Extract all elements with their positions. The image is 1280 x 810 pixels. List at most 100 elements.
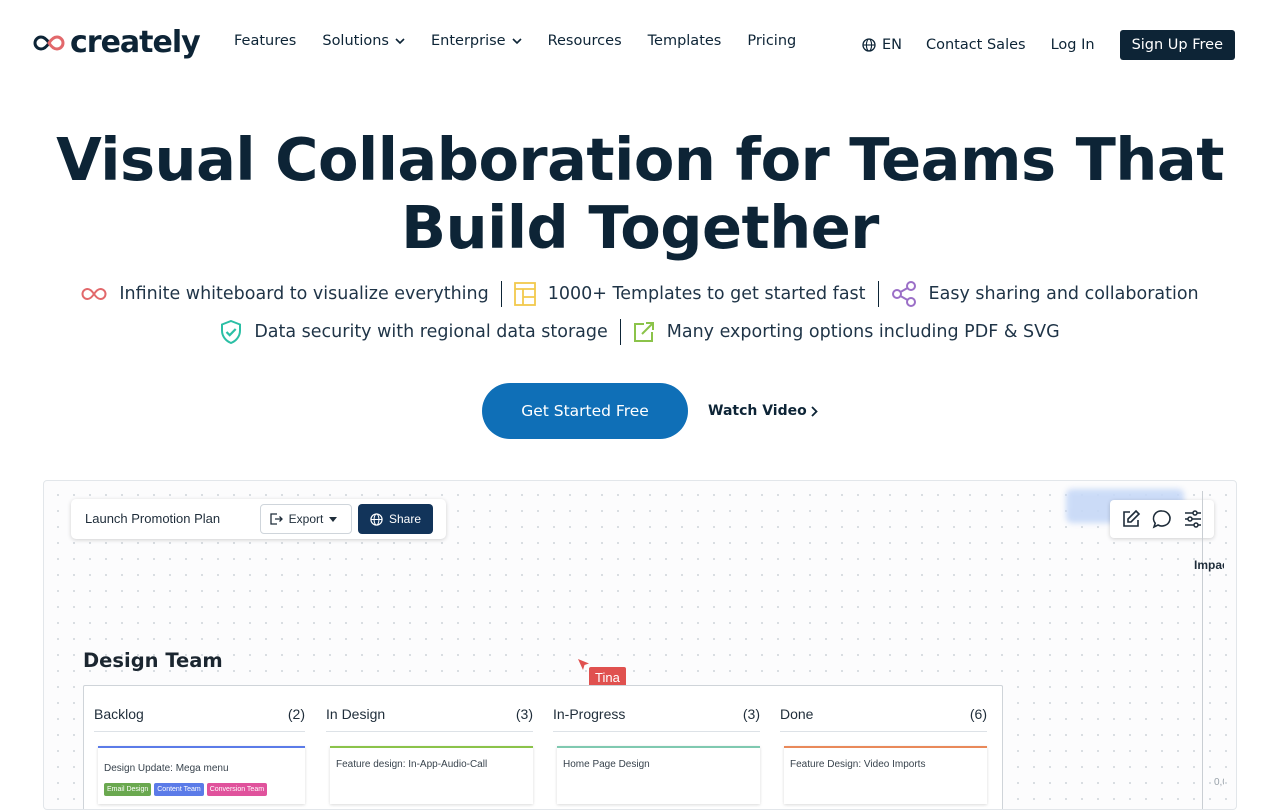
column-count: (3) [515, 706, 533, 722]
card-title: Design Update: Mega menu [104, 763, 229, 774]
feature-export-text: Many exporting options including PDF & S… [666, 322, 1060, 342]
column-name: Backlog [94, 706, 144, 722]
hero-title-line1: Visual Collaboration for Teams That [56, 125, 1224, 194]
kanban-card[interactable]: Home Page Design [557, 746, 760, 804]
card-color-bar [784, 746, 987, 748]
card-title: Home Page Design [563, 759, 650, 770]
nav-solutions-label: Solutions [322, 33, 389, 49]
feature-list-row2: Data security with regional data storage… [0, 318, 1280, 346]
caret-down-icon [329, 516, 338, 522]
chevron-down-icon [395, 37, 405, 44]
infinity-icon [81, 287, 107, 301]
feature-templates: 1000+ Templates to get started fast [502, 280, 878, 308]
edit-icon[interactable] [1121, 509, 1141, 529]
hero-title: Visual Collaboration for Teams That Buil… [0, 126, 1280, 262]
share-label: Share [388, 512, 422, 526]
nav-resources[interactable]: Resources [548, 33, 622, 49]
main-menu: Features Solutions Enterprise Resources … [234, 33, 822, 49]
feature-sharing-text: Easy sharing and collaboration [928, 284, 1199, 304]
column-header: Backlog (2) [94, 706, 305, 722]
kanban-column: Done (6) Feature Design: Video Imports [780, 686, 987, 809]
top-nav: creately Features Solutions Enterprise R… [0, 0, 1280, 88]
export-button[interactable]: Export [260, 504, 352, 534]
export-file-icon [270, 513, 283, 525]
column-header: In-Progress (3) [553, 706, 760, 722]
nav-pricing[interactable]: Pricing [747, 33, 796, 49]
card-tags: Email Design Content Team Conversion Tea… [104, 783, 270, 796]
axis-zero-label: 0,0 [1214, 777, 1224, 788]
kanban-card[interactable]: Design Update: Mega menu Email Design Co… [98, 746, 305, 804]
shield-check-icon [221, 320, 242, 344]
hero-title-line2: Build Together [401, 193, 879, 262]
comment-icon[interactable] [1152, 509, 1172, 529]
feature-whiteboard: Infinite whiteboard to visualize everyth… [69, 280, 500, 308]
nav-pricing-label: Pricing [747, 33, 797, 49]
right-toolbar [1110, 500, 1214, 538]
feature-sharing: Easy sharing and collaboration [879, 280, 1211, 308]
language-selector[interactable]: EN [862, 37, 902, 53]
kanban-column: Backlog (2) Design Update: Mega menu Emai… [94, 686, 305, 809]
tag-badge: Content Team [154, 783, 204, 796]
feature-security-text: Data security with regional data storage [254, 322, 608, 342]
share-button[interactable]: Share [358, 504, 433, 534]
contact-sales-link[interactable]: Contact Sales [926, 37, 1026, 53]
watch-video-label: Watch Video [708, 403, 807, 419]
column-name: Done [780, 706, 814, 722]
nav-features[interactable]: Features [234, 33, 296, 49]
column-separator [553, 731, 760, 732]
nav-actions: EN Contact Sales Log In Sign Up Free [862, 30, 1235, 60]
nav-enterprise[interactable]: Enterprise [431, 33, 522, 49]
card-title: Feature design: In-App-Audio-Call [336, 759, 488, 770]
column-name: In-Progress [553, 706, 626, 722]
column-separator [326, 731, 533, 732]
nav-resources-label: Resources [547, 33, 622, 49]
impact-label: Impact [1194, 558, 1224, 572]
nav-features-label: Features [234, 33, 297, 49]
kanban-column: In Design (3) Feature design: In-App-Audi… [326, 686, 533, 809]
template-icon [513, 282, 536, 306]
column-count: (2) [287, 706, 305, 722]
log-in-link[interactable]: Log In [1051, 37, 1095, 53]
app-preview: Launch Promotion Plan Export Share Impac… [43, 480, 1237, 810]
feature-security: Data security with regional data storage [208, 318, 619, 346]
feature-whiteboard-text: Infinite whiteboard to visualize everyth… [119, 284, 489, 304]
card-color-bar [98, 746, 305, 748]
logo-text: creately [70, 25, 201, 60]
column-count: (3) [742, 706, 760, 722]
nav-solutions[interactable]: Solutions [322, 33, 405, 49]
feature-export: Many exporting options including PDF & S… [621, 318, 1072, 346]
nav-templates[interactable]: Templates [648, 33, 722, 49]
nav-enterprise-label: Enterprise [430, 33, 506, 49]
kanban-board: Backlog (2) Design Update: Mega menu Emai… [83, 685, 1003, 809]
document-name[interactable]: Launch Promotion Plan [85, 511, 220, 526]
column-header: Done (6) [780, 706, 987, 722]
feature-templates-text: 1000+ Templates to get started fast [547, 284, 866, 304]
kanban-card[interactable]: Feature Design: Video Imports [784, 746, 987, 804]
export-icon [633, 322, 654, 342]
kanban-card[interactable]: Feature design: In-App-Audio-Call [330, 746, 533, 804]
nav-templates-label: Templates [647, 33, 722, 49]
tag-badge: Email Design [104, 783, 152, 796]
tag-badge: Conversion Team [206, 783, 268, 796]
column-count: (6) [969, 706, 987, 722]
settings-sliders-icon[interactable] [1183, 509, 1203, 529]
column-name: In Design [326, 706, 386, 722]
watch-video-link[interactable]: Watch Video [708, 403, 818, 419]
language-label: EN [881, 37, 902, 53]
sign-up-button[interactable]: Sign Up Free [1119, 30, 1235, 60]
globe-icon [862, 38, 876, 52]
chevron-right-icon [811, 405, 818, 417]
card-color-bar [557, 746, 760, 748]
column-header: In Design (3) [326, 706, 533, 722]
chevron-down-icon [512, 37, 522, 44]
canvas-divider [1202, 491, 1203, 809]
card-title: Feature Design: Video Imports [790, 759, 926, 770]
get-started-button[interactable]: Get Started Free [482, 383, 688, 439]
creately-logo[interactable]: creately [32, 25, 201, 60]
board-title: Design Team [83, 649, 223, 672]
share-icon [891, 281, 916, 307]
globe-icon [370, 512, 383, 526]
column-separator [94, 731, 305, 732]
feature-list-row1: Infinite whiteboard to visualize everyth… [0, 280, 1280, 308]
card-color-bar [330, 746, 533, 748]
